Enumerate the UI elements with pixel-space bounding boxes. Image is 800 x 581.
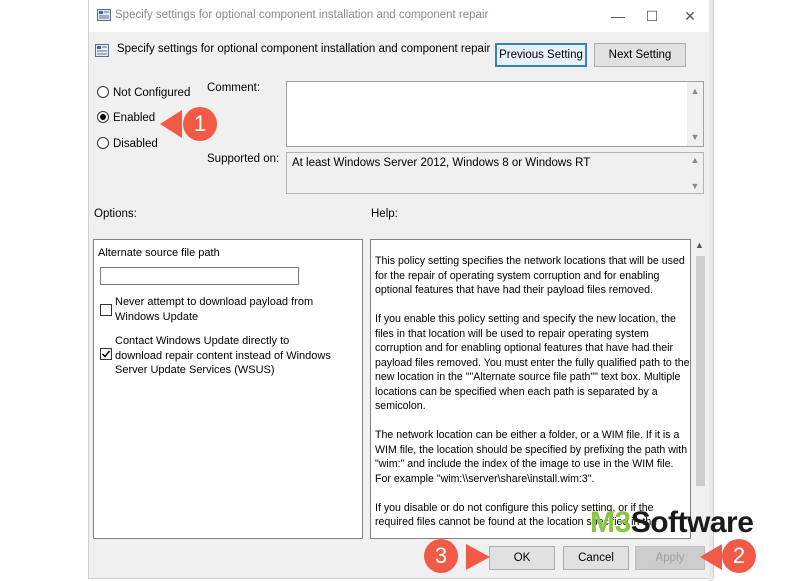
comment-label: Comment: [207,82,261,94]
scroll-down-icon[interactable]: ▼ [687,181,703,191]
policy-settings-icon [97,9,111,21]
radio-not-configured[interactable]: Not Configured [97,86,190,99]
help-paragraph: If you enable this policy setting and sp… [375,313,690,412]
help-paragraph: This policy setting specifies the networ… [375,255,685,296]
callout-two: 2 [722,539,756,573]
watermark-prefix: M3 [590,506,631,539]
help-panel: This policy setting specifies the networ… [370,239,691,539]
scroll-up-icon[interactable]: ▲ [687,155,703,165]
title-bar[interactable]: Specify settings for optional component … [89,0,713,32]
radio-disabled[interactable]: Disabled [97,137,158,150]
cancel-button[interactable]: Cancel [563,546,629,570]
options-panel: Alternate source file path Never attempt… [93,239,363,539]
radio-indicator [97,86,109,98]
radio-label: Disabled [113,138,158,150]
apply-button[interactable]: Apply [635,546,705,570]
comment-scrollbar[interactable]: ▲ ▼ [687,82,703,146]
supported-on-box: At least Windows Server 2012, Windows 8 … [286,152,704,194]
ok-button[interactable]: OK [489,546,555,570]
contact-windows-update-label: Contact Windows Update directly to downl… [115,335,331,376]
supported-scrollbar[interactable]: ▲ ▼ [687,153,703,193]
alt-source-input[interactable] [100,267,299,285]
help-label: Help: [371,208,398,220]
radio-label: Enabled [113,112,156,124]
help-text: This policy setting specifies the networ… [375,254,690,538]
callout-one: 1 [183,107,217,141]
scroll-down-icon[interactable]: ▼ [687,132,703,142]
radio-indicator [97,137,109,149]
window-title: Specify settings for optional component … [115,9,489,21]
watermark-suffix: Software [630,506,754,539]
checkmark-icon [101,350,111,358]
never-download-label: Never attempt to download payload from W… [115,296,314,323]
radio-enabled[interactable]: Enabled [97,111,155,124]
radio-indicator [97,111,109,123]
policy-dialog: Specify settings for optional component … [88,0,714,579]
scroll-up-icon[interactable]: ▲ [695,240,704,250]
callout-three: 3 [424,539,458,573]
side-scrollbar[interactable] [709,0,713,581]
next-setting-button[interactable]: Next Setting [594,43,686,67]
supported-on-value: At least Windows Server 2012, Windows 8 … [292,157,591,169]
scroll-up-icon[interactable]: ▲ [687,86,703,96]
setting-title: Specify settings for optional component … [117,43,491,55]
radio-label: Not Configured [113,87,191,99]
help-scrollbar-thumb[interactable] [696,256,705,486]
options-label: Options: [94,208,137,220]
previous-setting-button[interactable]: Previous Setting [495,43,587,67]
contact-windows-update-checkbox[interactable] [100,348,112,360]
maximize-button[interactable]: ☐ [641,6,663,26]
watermark-logo: M3Software [590,506,754,540]
never-download-checkbox[interactable] [100,304,112,316]
policy-settings-icon [95,44,109,57]
supported-on-label: Supported on: [207,153,280,165]
alt-source-label: Alternate source file path [98,247,220,259]
close-button[interactable]: ✕ [679,6,701,26]
comment-textbox[interactable]: ▲ ▼ [286,81,704,147]
help-paragraph: The network location can be either a fol… [375,429,688,485]
minimize-button[interactable]: — [607,6,629,26]
